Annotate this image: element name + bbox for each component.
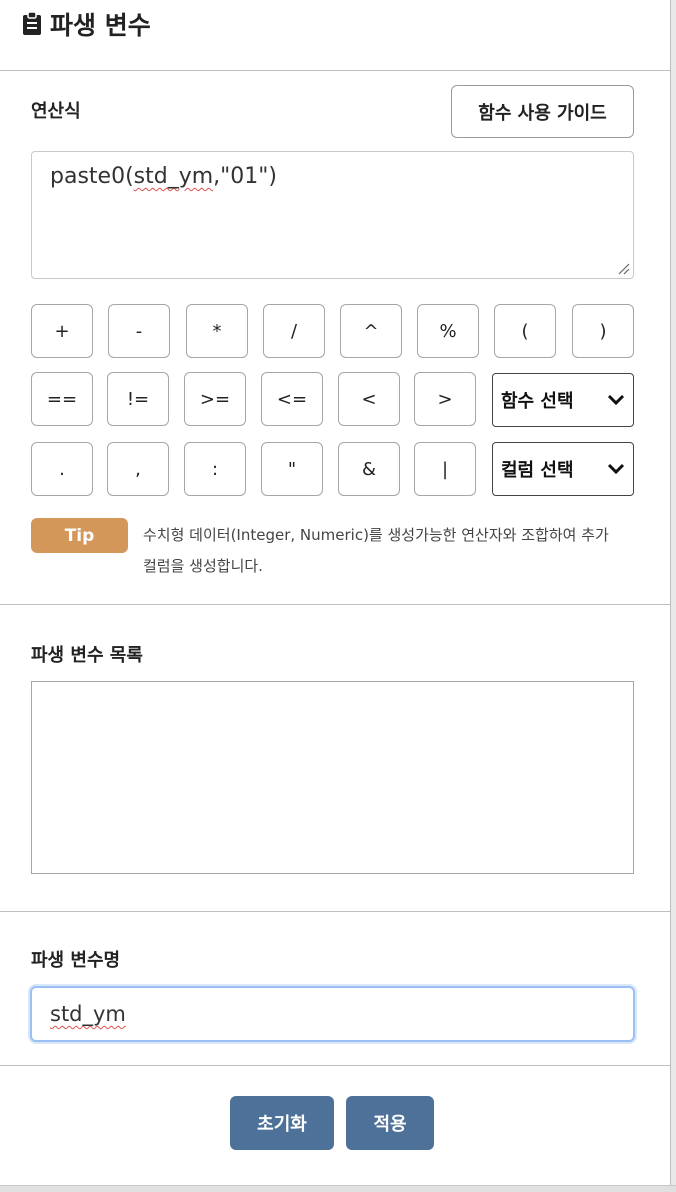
column-select[interactable]: 컬럼 선택: [492, 442, 634, 496]
derived-variable-panel: 파생 변수 연산식 함수 사용 가이드 paste0(std_ym,"01") …: [0, 0, 670, 1186]
operator-colon-button[interactable]: :: [184, 442, 246, 496]
operator-lt-button[interactable]: <: [338, 372, 400, 426]
variable-name-label: 파생 변수명: [31, 950, 121, 971]
variable-name-value: std_ym: [50, 1002, 126, 1026]
operator-minus-button[interactable]: -: [108, 304, 170, 358]
panel-title-text: 파생 변수: [50, 11, 151, 40]
divider: [0, 604, 670, 605]
panel-title: 파생 변수: [22, 4, 151, 44]
scrollbar-track[interactable]: [670, 0, 676, 1192]
operator-modulo-button[interactable]: %: [417, 304, 479, 358]
tip-text: 수치형 데이터(Integer, Numeric)를 생성가능한 연산자와 조합…: [143, 520, 643, 582]
expression-label: 연산식: [31, 101, 81, 122]
derived-list-label: 파생 변수 목록: [31, 645, 143, 666]
tip-badge: Tip: [31, 518, 128, 553]
tip-text-line2: 컬럼을 생성합니다.: [143, 557, 263, 575]
operator-gte-button[interactable]: >=: [184, 372, 246, 426]
divider: [0, 1065, 670, 1066]
operator-power-button[interactable]: ^: [340, 304, 402, 358]
chevron-down-icon: [607, 394, 625, 406]
expression-text-prefix: paste0(: [50, 164, 134, 189]
variable-name-input[interactable]: std_ym: [30, 986, 635, 1042]
column-select-label: 컬럼 선택: [501, 460, 574, 481]
tip-text-line1: 수치형 데이터(Integer, Numeric)를 생성가능한 연산자와 조합…: [143, 526, 609, 544]
operator-multiply-button[interactable]: *: [186, 304, 248, 358]
operator-dot-button[interactable]: .: [31, 442, 93, 496]
reset-button[interactable]: 초기화: [230, 1096, 334, 1150]
divider: [0, 70, 670, 71]
expression-text-var: std_ym: [133, 164, 214, 189]
bottom-edge: [0, 1185, 676, 1192]
operator-gt-button[interactable]: >: [414, 372, 476, 426]
operator-quote-button[interactable]: ": [261, 442, 323, 496]
operator-open-paren-button[interactable]: (: [494, 304, 556, 358]
operator-close-paren-button[interactable]: ): [572, 304, 634, 358]
clipboard-icon: [23, 12, 41, 35]
operator-divide-button[interactable]: /: [263, 304, 325, 358]
function-select-label: 함수 선택: [501, 391, 574, 412]
function-guide-button[interactable]: 함수 사용 가이드: [451, 85, 634, 138]
derived-variable-list[interactable]: [31, 681, 634, 874]
resize-grip-icon[interactable]: [616, 261, 630, 275]
expression-text-suffix: ,"01"): [213, 164, 277, 189]
operator-lte-button[interactable]: <=: [261, 372, 323, 426]
operator-equal-button[interactable]: ==: [31, 372, 93, 426]
function-select[interactable]: 함수 선택: [492, 373, 634, 427]
operator-and-button[interactable]: &: [338, 442, 400, 496]
chevron-down-icon: [607, 463, 625, 475]
operator-or-button[interactable]: |: [414, 442, 476, 496]
operator-not-equal-button[interactable]: !=: [107, 372, 169, 426]
operator-plus-button[interactable]: +: [31, 304, 93, 358]
operator-comma-button[interactable]: ,: [107, 442, 169, 496]
expression-textarea[interactable]: paste0(std_ym,"01"): [31, 151, 634, 279]
apply-button[interactable]: 적용: [346, 1096, 434, 1150]
divider: [0, 911, 670, 912]
